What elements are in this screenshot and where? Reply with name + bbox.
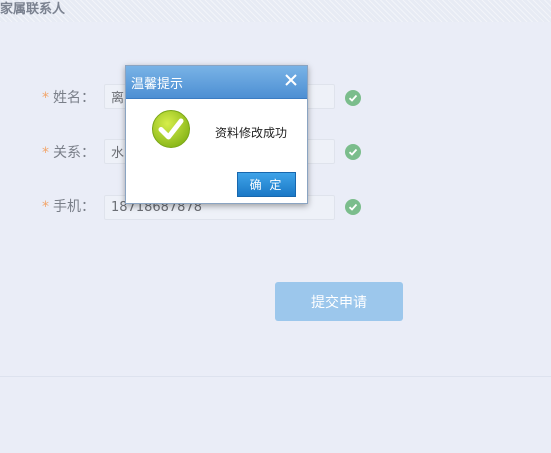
ok-button[interactable]: 确 定 [237, 172, 296, 197]
name-valid-check-icon [345, 90, 361, 106]
dialog-message: 资料修改成功 [215, 126, 288, 140]
submit-application-button[interactable]: 提交申请 [275, 282, 403, 321]
required-mark: * [42, 90, 49, 106]
required-mark: * [42, 145, 49, 161]
tip-dialog: 温馨提示 资料修改成功 确 定 [125, 65, 308, 204]
close-icon[interactable] [283, 72, 299, 88]
relation-valid-check-icon [345, 144, 361, 160]
section-header-strip: 家属联系人 [0, 0, 551, 22]
relation-label: * 关系： [42, 145, 95, 161]
footer-divider [0, 376, 551, 377]
phone-valid-check-icon [345, 199, 361, 215]
phone-label: * 手机： [42, 199, 95, 215]
dialog-title: 温馨提示 [131, 77, 184, 92]
success-check-icon [151, 109, 191, 149]
name-label: * 姓名： [42, 90, 95, 106]
required-mark: * [42, 199, 49, 215]
section-title: 家属联系人 [0, 2, 66, 17]
dialog-header: 温馨提示 [126, 66, 307, 99]
